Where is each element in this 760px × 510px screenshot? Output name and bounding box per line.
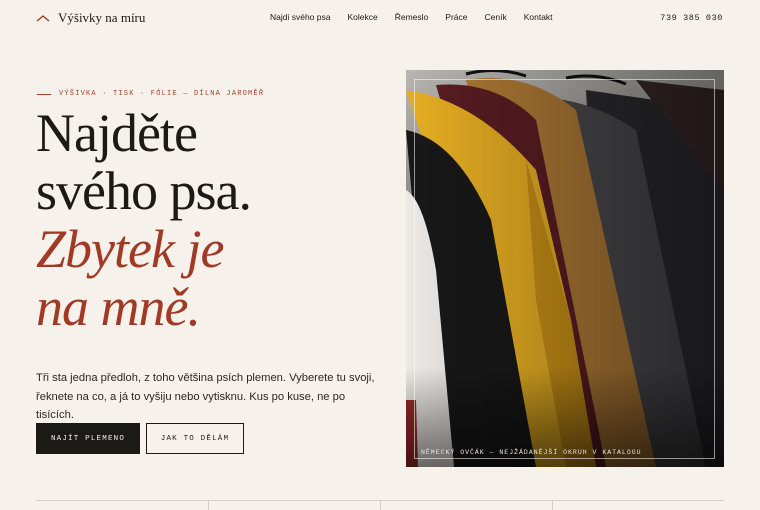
- headline-line: svého psa.: [36, 161, 252, 221]
- site-header: Výšivky na míru Najdi svého psa Kolekce …: [0, 0, 760, 36]
- section-divider-tick: [552, 500, 553, 510]
- eyebrow-rule: [37, 93, 51, 95]
- find-breed-button[interactable]: NAJÍT PLEMENO: [36, 423, 140, 454]
- site-logo[interactable]: Výšivky na míru: [36, 10, 145, 26]
- nav-item-kontakt[interactable]: Kontakt: [524, 12, 553, 22]
- how-i-work-button[interactable]: JAK TO DĚLÁM: [146, 423, 244, 454]
- nav-item-kolekce[interactable]: Kolekce: [347, 12, 377, 22]
- eyebrow-text: VÝŠIVKA · TISK · FÓLIE — DÍLNA JAROMĚŘ: [59, 90, 265, 98]
- intro-line: řeknete na co, a já to vyšiju nebo vytis…: [36, 390, 346, 422]
- hero-image: NĚMECKÝ OVČÁK — NEJŽÁDANĚJŠÍ OKRUH V KAT…: [406, 70, 724, 467]
- nav-item-remeslo[interactable]: Řemeslo: [395, 12, 429, 22]
- hero-intro: Tři sta jedna předloh, z toho většina ps…: [36, 369, 386, 425]
- headline-line: Najděte: [36, 103, 198, 163]
- clothing-rack-illustration: [406, 70, 724, 467]
- logo-text: Výšivky na míru: [58, 10, 146, 25]
- image-caption: NĚMECKÝ OVČÁK — NEJŽÁDANĚJŠÍ OKRUH V KAT…: [421, 449, 642, 456]
- section-divider-tick: [208, 500, 209, 510]
- headline-accent-line: na mně.: [36, 277, 201, 337]
- intro-line: Tři sta jedna předloh, z toho většina ps…: [36, 372, 375, 384]
- nav-item-prace[interactable]: Práce: [445, 12, 467, 22]
- phone-number[interactable]: 739 385 030: [660, 13, 723, 23]
- eyebrow: VÝŠIVKA · TISK · FÓLIE — DÍLNA JAROMĚŘ: [37, 90, 264, 98]
- headline-accent-line: Zbytek je: [36, 219, 224, 279]
- main-nav: Najdi svého psa Kolekce Řemeslo Práce Ce…: [270, 12, 553, 22]
- nav-item-najdi-sveho-psa[interactable]: Najdi svého psa: [270, 12, 330, 22]
- nav-item-cenik[interactable]: Ceník: [485, 12, 507, 22]
- hero-headline: Najděte svého psa. Zbytek je na mně.: [36, 103, 252, 337]
- section-divider-tick: [380, 500, 381, 510]
- chevron-up-icon: [36, 15, 50, 22]
